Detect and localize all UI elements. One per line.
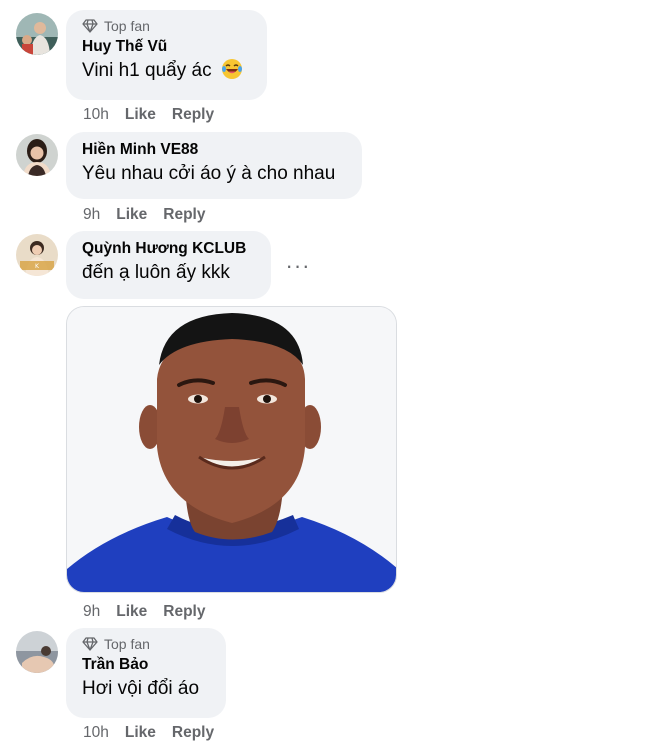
avatar[interactable] xyxy=(16,631,58,673)
comment-actions: 9h Like Reply xyxy=(83,206,205,224)
reply-button[interactable]: Reply xyxy=(172,724,214,742)
comment-timestamp[interactable]: 10h xyxy=(83,724,109,742)
avatar[interactable]: K xyxy=(16,234,58,276)
comment-timestamp[interactable]: 9h xyxy=(83,206,100,224)
diamond-icon xyxy=(82,637,98,651)
top-fan-badge: Top fan xyxy=(82,18,253,34)
avatar[interactable] xyxy=(16,134,58,176)
photo-image xyxy=(67,307,396,592)
comment-bubble: Hiền Minh VE88 Yêu nhau cởi áo ý à cho n… xyxy=(66,132,362,199)
comment-text: Vini h1 quẩy ác xyxy=(82,57,253,84)
comment-actions: 10h Like Reply xyxy=(83,106,214,124)
comment-actions: 10h Like Reply xyxy=(83,724,214,742)
laughing-tears-emoji-icon xyxy=(221,59,242,79)
comment-author[interactable]: Hiền Minh VE88 xyxy=(82,140,348,160)
like-button[interactable]: Like xyxy=(116,603,147,621)
comment-text-content: Vini h1 quẩy ác xyxy=(82,60,212,81)
like-button[interactable]: Like xyxy=(125,724,156,742)
reply-button[interactable]: Reply xyxy=(163,603,205,621)
like-button[interactable]: Like xyxy=(116,206,147,224)
diamond-icon xyxy=(82,19,98,33)
comment-bubble: Top fan Huy Thế Vũ Vini h1 quẩy ác xyxy=(66,10,267,100)
comment-author[interactable]: Quỳnh Hương KCLUB xyxy=(82,239,257,259)
comment-text: Hơi vội đổi áo xyxy=(82,678,200,699)
comment-bubble: Top fan Trần Bảo Hơi vội đổi áo xyxy=(66,628,226,718)
comment-text: đến ạ luôn ấy kkk xyxy=(82,262,230,283)
reply-button[interactable]: Reply xyxy=(172,106,214,124)
comment-bubble: Quỳnh Hương KCLUB đến ạ luôn ấy kkk xyxy=(66,231,271,299)
top-fan-badge: Top fan xyxy=(82,636,212,652)
avatar[interactable] xyxy=(16,13,58,55)
reply-button[interactable]: Reply xyxy=(163,206,205,224)
badge-label: Top fan xyxy=(104,636,150,652)
like-button[interactable]: Like xyxy=(125,106,156,124)
comment-actions: 9h Like Reply xyxy=(83,603,205,621)
more-options-icon[interactable]: ··· xyxy=(282,250,314,282)
badge-label: Top fan xyxy=(104,18,150,34)
comment-timestamp[interactable]: 10h xyxy=(83,106,109,124)
comment-author[interactable]: Huy Thế Vũ xyxy=(82,37,253,57)
comment-author[interactable]: Trần Bảo xyxy=(82,655,212,675)
comment-timestamp[interactable]: 9h xyxy=(83,603,100,621)
comment-attachment-photo[interactable] xyxy=(66,306,397,593)
comment-text: Yêu nhau cởi áo ý à cho nhau xyxy=(82,163,336,184)
